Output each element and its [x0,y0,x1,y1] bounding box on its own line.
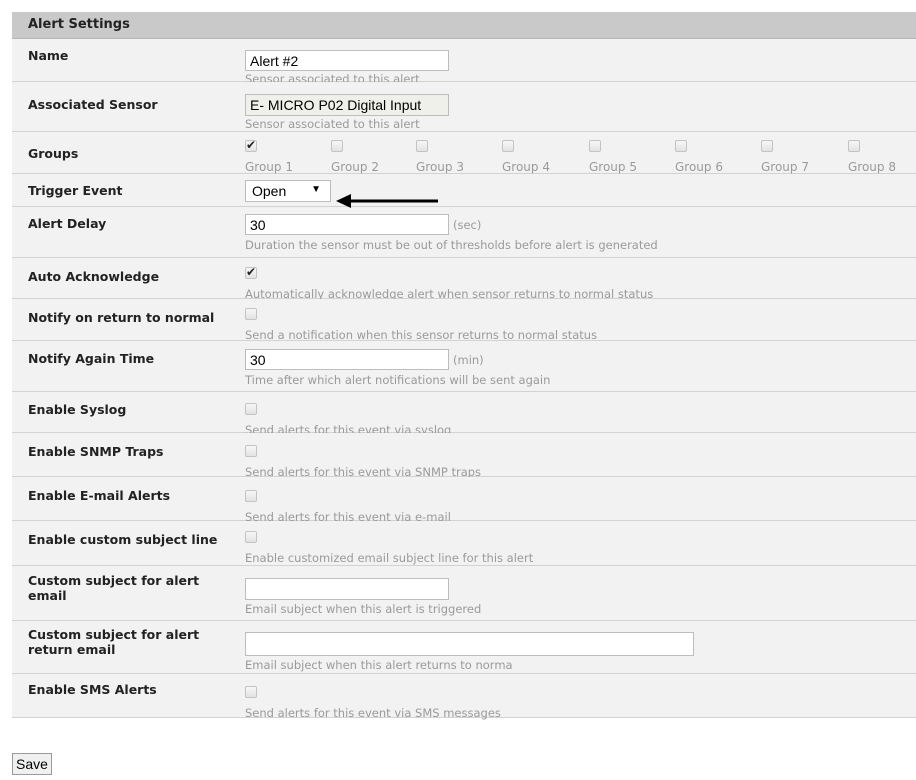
group-6-label: Group 6 [675,160,723,174]
group-3-checkbox[interactable] [416,140,428,152]
sms-checkbox[interactable] [245,686,257,698]
custom-subject-enable-label: Enable custom subject line [28,532,218,547]
group-7-checkbox[interactable] [761,140,773,152]
group-7: Group 7 [761,140,809,174]
group-8-label: Group 8 [848,160,896,174]
syslog-checkbox[interactable] [245,403,257,415]
name-label: Name [28,48,69,63]
group-3-label: Group 3 [416,160,464,174]
row-enable-sms: Enable SMS Alerts Send alerts for this e… [12,674,916,720]
group-6: Group 6 [675,140,723,174]
snmp-label: Enable SNMP Traps [28,444,164,459]
notify-return-help: Send a notification when this sensor ret… [245,328,598,342]
notify-return-label: Notify on return to normal [28,310,215,325]
row-notify-return: Notify on return to normal Send a notifi… [12,299,916,342]
alert-delay-unit: (sec) [453,218,482,232]
group-4-label: Group 4 [502,160,550,174]
custom-subject-enable-help: Enable customized email subject line for… [245,551,534,565]
snmp-checkbox[interactable] [245,445,257,457]
group-4-checkbox[interactable] [502,140,514,152]
alert-delay-input[interactable] [245,214,449,235]
row-enable-syslog: Enable Syslog Send alerts for this event… [12,392,916,437]
sensor-label: Associated Sensor [28,97,158,112]
group-2-label: Group 2 [331,160,379,174]
auto-ack-label: Auto Acknowledge [28,269,160,284]
group-1: Group 1 [245,138,293,174]
row-enable-custom-subject: Enable custom subject line Enable custom… [12,521,916,566]
custom-subject-help: Email subject when this alert is trigger… [245,602,482,616]
notify-again-input[interactable] [245,349,449,370]
group-8: Group 8 [848,140,896,174]
row-custom-return-subject: Custom subject for alert return email Em… [12,621,916,674]
row-name: Name Sensor associated to this alert [12,39,916,86]
panel-title: Alert Settings [12,12,916,39]
save-button[interactable]: Save [12,753,52,775]
group-2: Group 2 [331,140,379,174]
alert-delay-help: Duration the sensor must be out of thres… [245,238,658,252]
groups-label: Groups [28,146,79,161]
auto-ack-checkbox[interactable] [245,265,257,279]
notify-again-label: Notify Again Time [28,351,155,366]
trigger-selected-value: Open [252,183,287,199]
group-6-checkbox[interactable] [675,140,687,152]
name-input[interactable] [245,50,449,71]
custom-subject-label: Custom subject for alert email [28,573,200,603]
group-3: Group 3 [416,140,464,174]
group-1-label: Group 1 [245,160,293,174]
alert-settings-panel: Alert Settings Name Sensor associated to… [12,12,916,720]
dropdown-arrow-icon: ▼ [311,184,321,195]
group-1-checkbox[interactable] [245,138,257,152]
group-5-label: Group 5 [589,160,637,174]
row-alert-delay: Alert Delay (sec) Duration the sensor mu… [12,207,916,258]
sensor-input [245,94,449,116]
pointer-arrow-icon [336,194,438,208]
row-enable-snmp: Enable SNMP Traps Send alerts for this e… [12,433,916,479]
notify-again-unit: (min) [453,353,484,367]
email-checkbox[interactable] [245,490,257,502]
row-auto-acknowledge: Auto Acknowledge Automatically acknowled… [12,258,916,301]
group-8-checkbox[interactable] [848,140,860,152]
custom-return-subject-help: Email subject when this alert returns to… [245,658,513,672]
group-4: Group 4 [502,140,550,174]
notify-return-checkbox[interactable] [245,308,257,320]
trigger-label: Trigger Event [28,183,123,198]
custom-subject-enable-checkbox[interactable] [245,531,257,543]
group-2-checkbox[interactable] [331,140,343,152]
notify-again-help: Time after which alert notifications wil… [245,373,551,387]
syslog-label: Enable Syslog [28,402,127,417]
group-5-checkbox[interactable] [589,140,601,152]
group-7-label: Group 7 [761,160,809,174]
row-groups: Groups Group 1 Group 2 Group 3 Group 4 [12,132,916,174]
sms-help: Send alerts for this event via SMS messa… [245,706,501,720]
email-label: Enable E-mail Alerts [28,488,171,503]
alert-delay-label: Alert Delay [28,216,107,231]
row-custom-subject: Custom subject for alert email Email sub… [12,566,916,621]
row-enable-email: Enable E-mail Alerts Send alerts for thi… [12,477,916,524]
sms-label: Enable SMS Alerts [28,682,157,697]
row-trigger-event: Trigger Event Open ▼ [12,174,916,207]
sensor-help: Sensor associated to this alert [245,117,420,131]
custom-return-subject-label: Custom subject for alert return email [28,627,200,657]
trigger-event-select[interactable]: Open ▼ [245,180,331,202]
custom-return-subject-input[interactable] [245,632,694,656]
custom-subject-input[interactable] [245,578,449,600]
groups-list: Group 1 Group 2 Group 3 Group 4 Group 5 [245,138,916,174]
group-5: Group 5 [589,140,637,174]
row-associated-sensor: Associated Sensor Sensor associated to t… [12,82,916,132]
row-notify-again: Notify Again Time (min) Time after which… [12,341,916,392]
